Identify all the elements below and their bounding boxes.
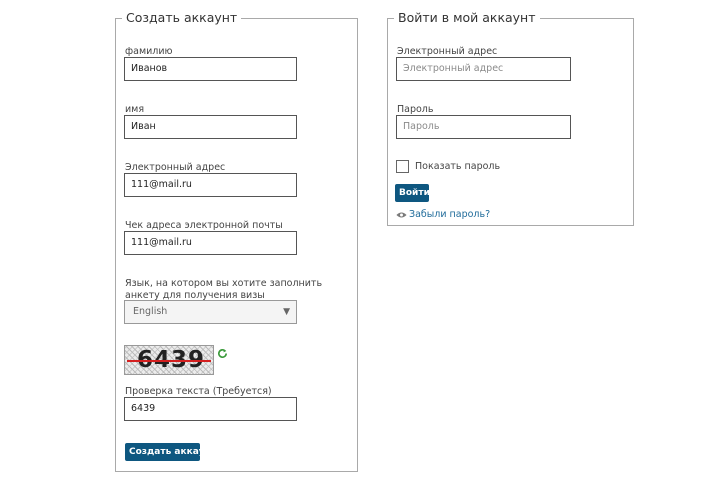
login-email-field[interactable]: Электронный адрес bbox=[396, 57, 571, 81]
first-name-field[interactable]: Иван bbox=[124, 115, 297, 139]
password-field[interactable]: Пароль bbox=[396, 115, 571, 139]
create-account-panel: Создать аккаунт фамилию Иванов имя Иван … bbox=[115, 10, 358, 472]
show-password-checkbox[interactable] bbox=[396, 160, 409, 173]
captcha-field[interactable]: 6439 bbox=[124, 397, 297, 421]
login-panel: Войти в мой аккаунт Электронный адрес Эл… bbox=[387, 10, 634, 226]
captcha-image: 6439 bbox=[124, 345, 214, 375]
email-field[interactable]: 111@mail.ru bbox=[124, 173, 297, 197]
create-account-legend: Создать аккаунт bbox=[122, 10, 242, 25]
login-button[interactable]: Войти bbox=[395, 184, 430, 202]
email-confirm-field[interactable]: 111@mail.ru bbox=[124, 231, 297, 255]
chevron-down-icon: ▼ bbox=[283, 307, 290, 317]
language-selected-value: English bbox=[133, 306, 168, 317]
refresh-icon[interactable] bbox=[217, 348, 228, 359]
forgot-password-link[interactable]: Забыли пароль? bbox=[409, 209, 490, 220]
eye-icon bbox=[396, 212, 407, 218]
captcha-strike-line bbox=[127, 360, 211, 362]
show-password-label: Показать пароль bbox=[415, 161, 501, 172]
language-label: Язык, на котором вы хотите заполнить анк… bbox=[125, 278, 323, 301]
login-legend: Войти в мой аккаунт bbox=[394, 10, 540, 25]
language-select[interactable]: English ▼ bbox=[124, 300, 297, 324]
create-account-button[interactable]: Создать аккаунт bbox=[125, 443, 216, 461]
last-name-field[interactable]: Иванов bbox=[124, 57, 297, 81]
